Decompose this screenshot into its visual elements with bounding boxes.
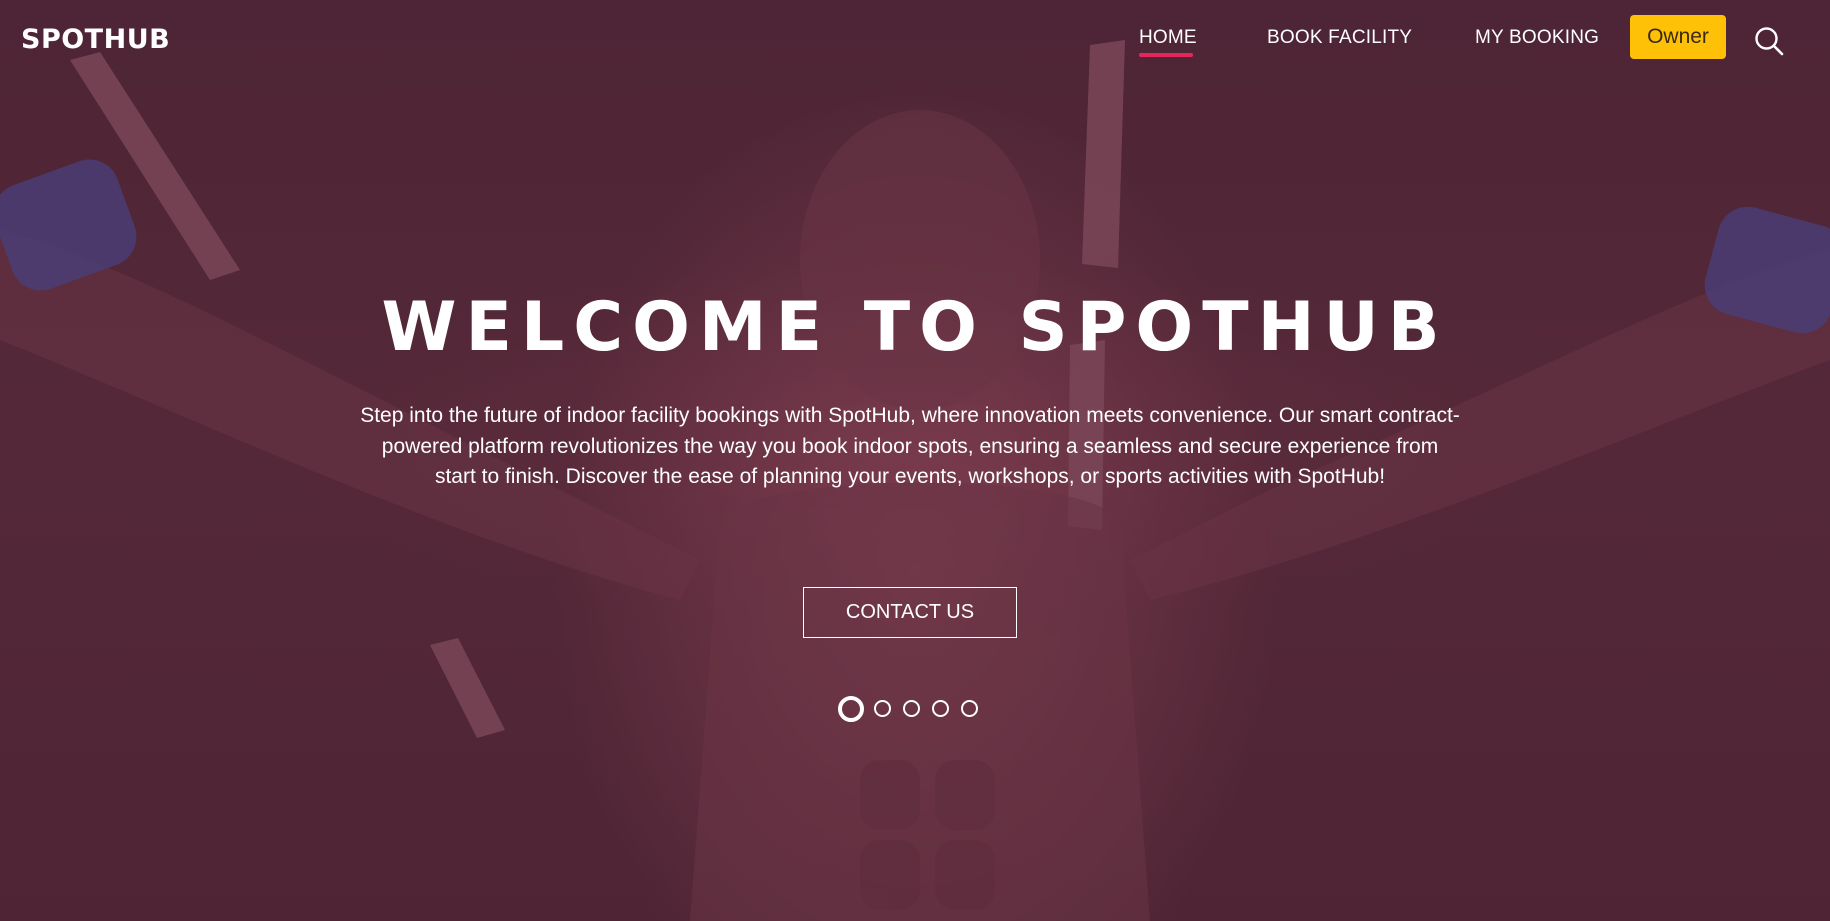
owner-button[interactable]: Owner — [1630, 15, 1726, 59]
nav-link-book-facility[interactable]: BOOK FACILITY — [1267, 27, 1412, 49]
carousel-dot-1[interactable] — [838, 696, 864, 722]
carousel-indicators — [838, 696, 998, 722]
nav-link-home[interactable]: HOME — [1139, 27, 1197, 49]
nav-link-my-booking[interactable]: MY BOOKING — [1475, 27, 1599, 49]
search-icon — [1755, 27, 1784, 56]
hero-section: SPOTHUB HOME BOOK FACILITY MY BOOKING Ow… — [0, 0, 1830, 921]
contact-us-button[interactable]: CONTACT US — [803, 587, 1017, 638]
hero-description: Step into the future of indoor facility … — [360, 404, 1460, 488]
carousel-dot-4[interactable] — [932, 700, 949, 717]
top-navbar: SPOTHUB HOME BOOK FACILITY MY BOOKING Ow… — [0, 0, 1830, 80]
active-nav-indicator — [1139, 53, 1193, 57]
search-button[interactable] — [1754, 26, 1784, 56]
carousel-dot-2[interactable] — [874, 700, 891, 717]
brand-logo[interactable]: SPOTHUB — [21, 24, 170, 55]
carousel-dot-3[interactable] — [903, 700, 920, 717]
carousel-dot-5[interactable] — [961, 700, 978, 717]
hero-title: WELCOME TO SPOTHUB — [381, 288, 1449, 367]
